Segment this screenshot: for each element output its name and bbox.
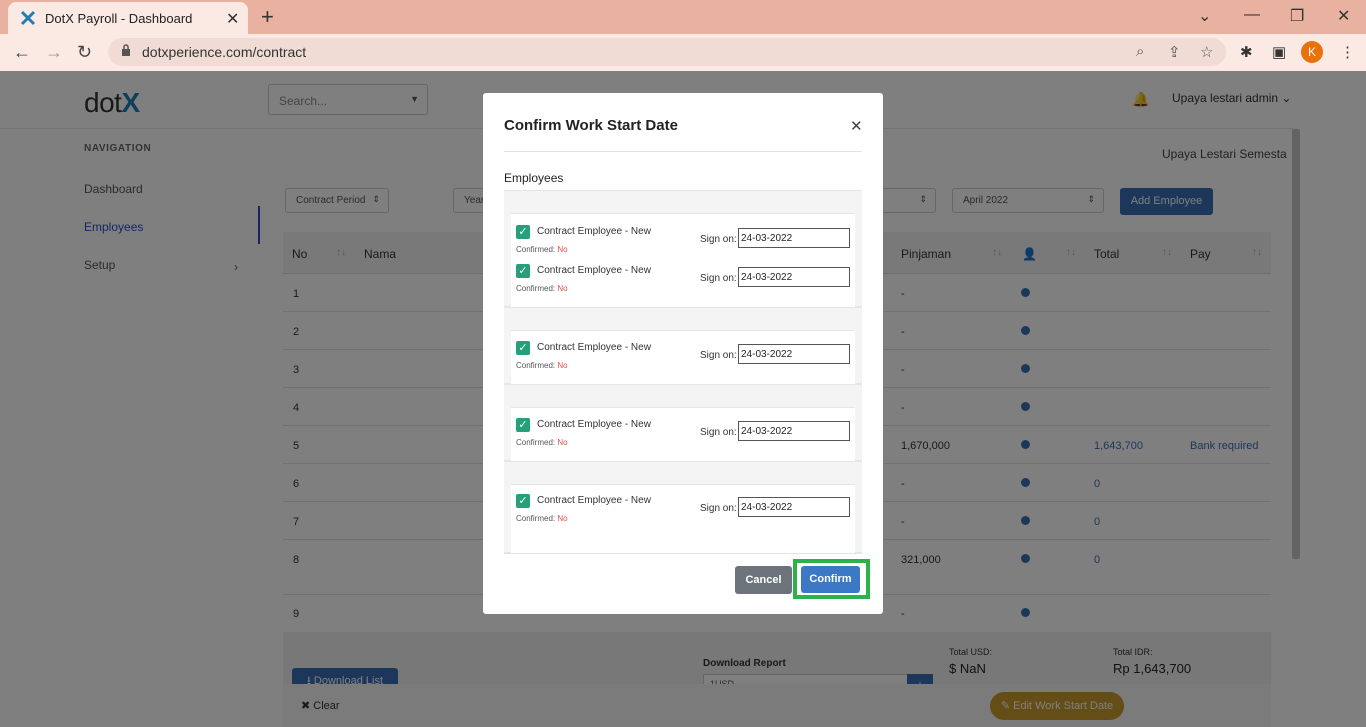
- divider: [504, 553, 862, 554]
- confirmed-label: Confirmed:: [516, 245, 556, 254]
- address-bar[interactable]: dotxperience.com/contract ⌕ ⇪ ☆: [108, 38, 1226, 66]
- confirmed-status: Confirmed: No: [516, 245, 568, 254]
- sign-on-label: Sign on:: [700, 350, 737, 361]
- sign-on-label: Sign on:: [700, 427, 737, 438]
- browser-tab-bar: DotX Payroll - Dashboard ✕ + ⌄ — ❐ ✕: [0, 0, 1366, 34]
- confirmed-label: Confirmed:: [516, 438, 556, 447]
- dotx-favicon-icon: [20, 10, 36, 26]
- confirmed-value: No: [557, 514, 568, 523]
- confirmed-status: Confirmed: No: [516, 438, 568, 447]
- divider: [504, 151, 862, 152]
- confirmed-status: Confirmed: No: [516, 514, 568, 523]
- employee-entry: ✓ Contract Employee - New Confirmed: No …: [516, 494, 850, 534]
- employee-label: Contract Employee - New: [537, 342, 651, 353]
- employee-label: Contract Employee - New: [537, 226, 651, 237]
- employee-entry: ✓ Contract Employee - New Confirmed: No …: [516, 264, 850, 304]
- confirmed-value: No: [557, 438, 568, 447]
- confirmed-value: No: [557, 361, 568, 370]
- confirmed-status: Confirmed: No: [516, 361, 568, 370]
- window-close-icon[interactable]: ✕: [1337, 6, 1350, 26]
- employee-entry: ✓ Contract Employee - New Confirmed: No …: [516, 225, 850, 265]
- browser-tab[interactable]: DotX Payroll - Dashboard ✕: [8, 2, 248, 34]
- lock-icon: [122, 44, 130, 56]
- employee-label: Contract Employee - New: [537, 495, 651, 506]
- employees-heading: Employees: [504, 171, 564, 185]
- browser-toolbar: ← → ↻ dotxperience.com/contract ⌕ ⇪ ☆ ✱ …: [0, 34, 1366, 71]
- checkbox-checked-icon[interactable]: ✓: [516, 494, 530, 508]
- confirmed-label: Confirmed:: [516, 514, 556, 523]
- cancel-button[interactable]: Cancel: [735, 566, 792, 594]
- sign-on-date-input[interactable]: [738, 497, 850, 517]
- side-panel-icon[interactable]: ▣: [1272, 43, 1286, 61]
- confirmed-label: Confirmed:: [516, 361, 556, 370]
- employee-label: Contract Employee - New: [537, 419, 651, 430]
- sign-on-date-input[interactable]: [738, 267, 850, 287]
- zoom-icon[interactable]: ⌕: [1136, 43, 1144, 60]
- sign-on-date-input[interactable]: [738, 421, 850, 441]
- minimize-icon[interactable]: —: [1244, 6, 1260, 24]
- checkbox-checked-icon[interactable]: ✓: [516, 341, 530, 355]
- tab-close-icon[interactable]: ✕: [226, 9, 239, 29]
- checkbox-checked-icon[interactable]: ✓: [516, 225, 530, 239]
- dialog-title: Confirm Work Start Date: [504, 117, 678, 134]
- back-icon[interactable]: ←: [13, 42, 31, 63]
- restore-icon[interactable]: ❐: [1290, 6, 1304, 26]
- browser-menu-icon[interactable]: ⋮: [1340, 43, 1355, 61]
- url-text: dotxperience.com/contract: [142, 44, 307, 60]
- sign-on-label: Sign on:: [700, 273, 737, 284]
- checkbox-checked-icon[interactable]: ✓: [516, 264, 530, 278]
- profile-avatar[interactable]: K: [1301, 41, 1323, 63]
- new-tab-icon[interactable]: +: [261, 4, 274, 30]
- tab-search-icon[interactable]: ⌄: [1198, 6, 1211, 26]
- sign-on-label: Sign on:: [700, 234, 737, 245]
- confirmed-label: Confirmed:: [516, 284, 556, 293]
- dialog-close-icon[interactable]: ✕: [850, 117, 863, 135]
- employee-entry: ✓ Contract Employee - New Confirmed: No …: [516, 341, 850, 381]
- confirmed-status: Confirmed: No: [516, 284, 568, 293]
- checkbox-checked-icon[interactable]: ✓: [516, 418, 530, 432]
- forward-icon[interactable]: →: [45, 42, 63, 63]
- share-icon[interactable]: ⇪: [1168, 43, 1181, 61]
- confirmed-value: No: [557, 245, 568, 254]
- bookmark-star-icon[interactable]: ☆: [1200, 43, 1213, 61]
- reload-icon[interactable]: ↻: [77, 42, 92, 63]
- tab-title: DotX Payroll - Dashboard: [45, 11, 193, 26]
- employee-label: Contract Employee - New: [537, 265, 651, 276]
- sign-on-date-input[interactable]: [738, 344, 850, 364]
- employee-entry: ✓ Contract Employee - New Confirmed: No …: [516, 418, 850, 458]
- extensions-icon[interactable]: ✱: [1240, 43, 1253, 61]
- confirm-button[interactable]: Confirm: [801, 566, 860, 593]
- sign-on-label: Sign on:: [700, 503, 737, 514]
- confirmed-value: No: [557, 284, 568, 293]
- sign-on-date-input[interactable]: [738, 228, 850, 248]
